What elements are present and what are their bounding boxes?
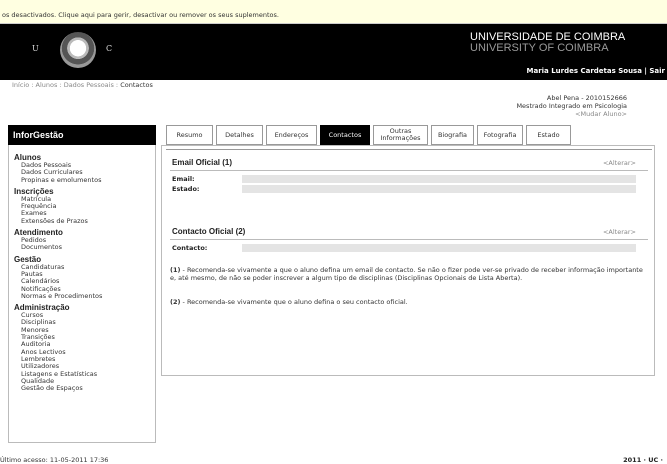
email-value — [242, 175, 636, 183]
note-contact: (2) - Recomenda-se vivamente que o aluno… — [170, 298, 648, 306]
note-contact-marker: (2) — [170, 298, 181, 306]
breadcrumb: Início : Alunos : Dados Pessoais : Conta… — [12, 81, 153, 89]
contact-section-title: Contacto Oficial (2) — [172, 227, 246, 236]
note-contact-text: - Recomenda-se vivamente que o aluno def… — [180, 298, 408, 306]
student-name-id: Abel Pena - 2010152666 — [546, 94, 627, 102]
browser-info-bar[interactable]: os desactivados. Clique aqui para gerir,… — [0, 0, 667, 24]
user-and-logout-link[interactable]: Maria Lurdes Cardetas Sousa | Sair — [527, 67, 665, 75]
sidebar-nav: Alunos Dados Pessoais Dados Curriculares Pr… — [8, 145, 156, 443]
tab-6[interactable]: Fotografia — [477, 125, 523, 145]
note-email-text: - Recomenda-se vivamente a que o aluno d… — [170, 266, 643, 282]
tab-2[interactable]: Endereços — [266, 125, 317, 145]
sidebar-title: InforGestão — [8, 125, 156, 145]
email-section-divider — [170, 170, 648, 171]
email-section-title: Email Oficial (1) — [172, 158, 233, 167]
logo-letter-u: U — [32, 44, 39, 53]
contact-label: Contacto: — [172, 244, 208, 252]
email-status-label: Estado: — [172, 185, 200, 193]
sidebar-item[interactable]: Gestão de Espaços — [14, 384, 150, 392]
last-access: Último acesso: 11-05-2011 17:36 — [0, 456, 109, 464]
email-status-value — [242, 185, 636, 193]
student-info: Abel Pena - 2010152666 Mestrado Integrad… — [516, 94, 627, 118]
sidebar-item[interactable]: Documentos — [14, 244, 150, 252]
note-email: (1) - Recomenda-se vivamente a que o alu… — [170, 266, 648, 282]
contact-value — [242, 244, 636, 252]
tab-7[interactable]: Estado — [526, 125, 571, 145]
tab-1[interactable]: Detalhes — [216, 125, 263, 145]
sidebar-item[interactable]: Normas e Procedimentos — [14, 292, 150, 300]
change-student-link[interactable]: <Mudar Aluno> — [516, 110, 627, 118]
breadcrumb-path[interactable]: Início : Alunos : Dados Pessoais : — [12, 81, 120, 89]
logo-letter-c: C — [106, 44, 113, 53]
panel-top-divider — [166, 149, 652, 150]
tab-4[interactable]: Outras Informações — [373, 125, 428, 145]
sidebar-item[interactable]: Extensões de Prazos — [14, 217, 150, 225]
alter-email-link[interactable]: <Alterar> — [603, 159, 636, 167]
contact-section-divider — [170, 239, 648, 240]
alter-contact-link[interactable]: <Alterar> — [603, 228, 636, 236]
footer-copyright: 2011 · UC · — [623, 456, 663, 464]
student-course: Mestrado Integrado em Psicologia — [516, 102, 627, 110]
tab-5[interactable]: Biografia — [431, 125, 474, 145]
email-label: Email: — [172, 175, 195, 183]
contacts-panel: Email Oficial (1) <Alterar> Email: Estad… — [161, 145, 655, 376]
tab-0[interactable]: Resumo — [166, 125, 213, 145]
sidebar-item[interactable]: Propinas e emolumentos — [14, 176, 150, 184]
tab-3[interactable]: Contactos — [320, 125, 370, 145]
university-name: UNIVERSIDADE DE COIMBRA UNIVERSITY OF CO… — [470, 32, 625, 54]
university-seal-icon — [60, 32, 96, 68]
site-header: U C UNIVERSIDADE DE COIMBRA UNIVERSITY O… — [0, 24, 667, 80]
breadcrumb-current: Contactos — [120, 81, 153, 89]
note-email-marker: (1) — [170, 266, 181, 274]
university-name-en: UNIVERSITY OF COIMBRA — [470, 42, 609, 54]
uc-logo[interactable]: U C — [32, 32, 122, 68]
